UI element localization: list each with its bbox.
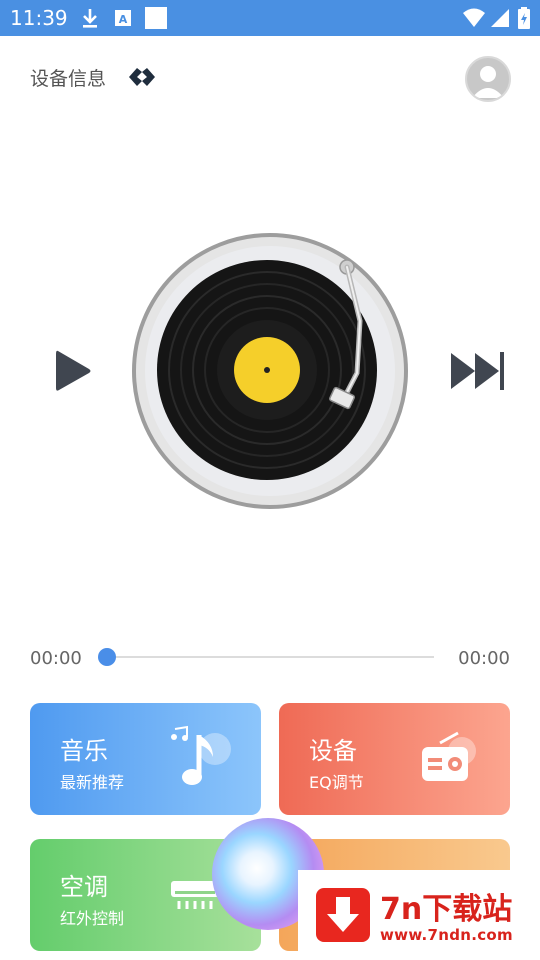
a-icon: A bbox=[115, 10, 131, 26]
music-card[interactable]: 音乐 最新推荐 bbox=[30, 703, 261, 815]
status-time: 11:39 bbox=[10, 6, 68, 30]
download-arrow-icon bbox=[316, 888, 370, 942]
music-card-title: 音乐 bbox=[60, 737, 108, 765]
blank-notification-icon bbox=[145, 7, 167, 29]
air-conditioner-card-title: 空调 bbox=[60, 873, 108, 901]
watermark-url: www.7ndn.com bbox=[380, 926, 513, 944]
download-icon bbox=[83, 9, 97, 28]
progress-thumb[interactable] bbox=[98, 648, 116, 666]
device-card[interactable]: 设备 EQ调节 bbox=[279, 703, 510, 815]
air-conditioner-card-subtitle: 红外控制 bbox=[60, 909, 125, 928]
radio-icon bbox=[422, 731, 476, 781]
watermark-title: 7n下载站 bbox=[380, 892, 513, 927]
music-note-icon bbox=[171, 725, 231, 785]
diamond-link-icon[interactable] bbox=[128, 64, 156, 90]
play-icon[interactable] bbox=[54, 348, 92, 394]
svg-text:A: A bbox=[119, 13, 128, 26]
progress-track[interactable] bbox=[106, 656, 434, 658]
device-info-label[interactable]: 设备信息 bbox=[30, 64, 106, 91]
user-avatar-icon[interactable] bbox=[465, 56, 511, 102]
current-time: 00:00 bbox=[30, 648, 82, 669]
device-card-subtitle: EQ调节 bbox=[309, 773, 364, 792]
signal-icon bbox=[491, 9, 509, 27]
music-card-subtitle: 最新推荐 bbox=[60, 773, 125, 792]
device-card-title: 设备 bbox=[309, 737, 357, 765]
battery-icon bbox=[518, 7, 530, 29]
watermark-overlay: 7n下载站 www.7ndn.com bbox=[298, 870, 540, 960]
total-time: 00:00 bbox=[458, 648, 510, 669]
wifi-icon bbox=[463, 8, 485, 27]
vinyl-record-icon bbox=[132, 233, 408, 509]
status-bar: 11:39 A bbox=[0, 0, 540, 36]
skip-next-icon[interactable] bbox=[450, 350, 506, 392]
